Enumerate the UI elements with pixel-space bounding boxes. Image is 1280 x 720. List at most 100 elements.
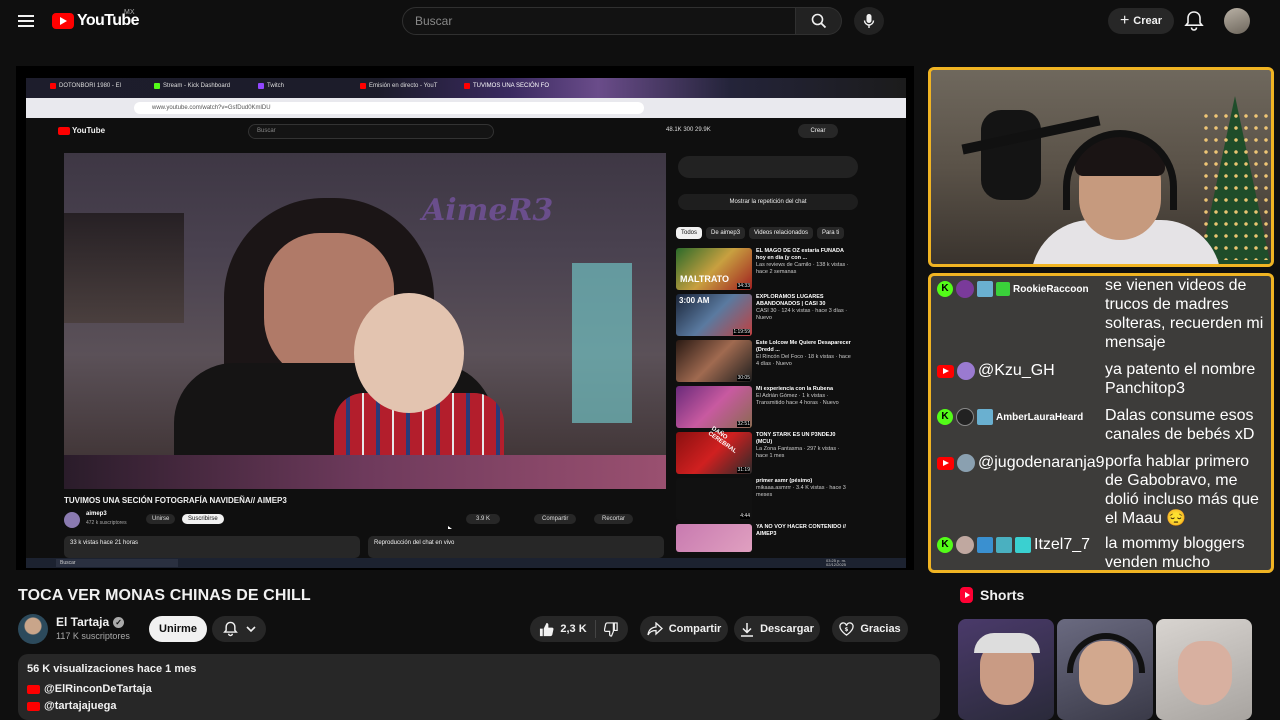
heart-dollar-icon: $ xyxy=(839,622,854,636)
search-button[interactable] xyxy=(796,7,842,35)
like-dislike-group: 2,3 K xyxy=(530,616,628,642)
stream-screen-capture: DOTONBORI 1980 - El Stream - Kick Dashbo… xyxy=(26,78,906,568)
kick-icon: K xyxy=(937,409,953,425)
download-label: Descargar xyxy=(760,623,814,635)
shorts-title: Shorts xyxy=(980,587,1025,603)
verified-icon: ✓ xyxy=(113,616,125,628)
user-badge xyxy=(977,409,993,425)
browser-tab: DOTONBORI 1980 - El xyxy=(50,83,121,89)
chat-text: ya patento el nombre Panchitop3 xyxy=(1105,361,1256,397)
region-code: MX xyxy=(124,9,135,16)
chat-message: @jugodenaranja9 porfa hablar primero de … xyxy=(937,452,1271,528)
browser-tab: Twitch xyxy=(258,83,284,89)
share-icon xyxy=(647,622,663,636)
browser-tab-active: TUVIMOS UNA SECIÓN FO xyxy=(464,83,549,89)
user-avatar xyxy=(957,454,975,472)
browser-tab: Emisión en directo - YouT xyxy=(360,83,437,89)
embedded-stats: 48.1K 300 29.9K xyxy=(666,127,711,133)
embedded-video-title: TUVIMOS UNA SECIÓN FOTOGRAFÍA NAVIDEÑA//… xyxy=(64,496,287,505)
join-button[interactable]: Unirme xyxy=(149,616,207,642)
youtube-icon xyxy=(937,456,954,470)
account-avatar[interactable] xyxy=(1224,8,1250,34)
embedded-channel-row: aimep3 472 k suscriptores Unirse Suscrib… xyxy=(64,510,694,530)
share-button[interactable]: Compartir xyxy=(640,616,728,642)
embedded-filter-chips: Todos De aimep3 Videos relacionados Para… xyxy=(676,227,845,239)
short-thumbnail[interactable] xyxy=(958,619,1054,720)
search-icon xyxy=(811,13,826,29)
chat-message: K Itzel7_7 la mommy bloggers venden much… xyxy=(937,534,1271,571)
chat-username: @jugodenaranja9 xyxy=(978,454,1105,471)
kick-icon: K xyxy=(937,537,953,553)
related-video: 32:51 Mi experiencia con la Rubena El Adr… xyxy=(676,386,856,430)
plus-icon: + xyxy=(1119,12,1130,29)
share-label: Compartir xyxy=(668,623,722,635)
chat-text: Dalas consume esos canales de bebés xD xyxy=(1105,407,1255,443)
bell-icon xyxy=(222,621,238,637)
thanks-button[interactable]: $ Gracias xyxy=(832,616,908,642)
chevron-down-icon xyxy=(245,626,256,633)
user-badge xyxy=(996,537,1012,553)
user-badge xyxy=(996,282,1010,296)
short-thumbnail[interactable] xyxy=(1057,619,1153,720)
mouse-cursor-icon xyxy=(448,526,452,529)
user-badge xyxy=(956,280,974,298)
description-link[interactable]: @ElRinconDeTartaja xyxy=(27,683,152,695)
embedded-description-row: 33 k vistas hace 21 horas Reproducción d… xyxy=(64,536,694,558)
video-player[interactable]: DOTONBORI 1980 - El Stream - Kick Dashbo… xyxy=(16,66,914,570)
like-button[interactable]: 2,3 K xyxy=(539,620,596,638)
address-field: www.youtube.com/watch?v=GsfDud0KmlDU xyxy=(134,102,644,114)
user-avatar xyxy=(956,408,974,426)
youtube-play-icon xyxy=(52,13,74,29)
related-video: DAÑO CEREBRAL 31:19 TONY STARK ES UN P3ND… xyxy=(676,426,856,476)
menu-icon[interactable] xyxy=(14,8,40,34)
channel-name-row[interactable]: El Tartaja ✓ xyxy=(56,615,125,629)
search-input[interactable] xyxy=(402,7,796,35)
chat-username: AmberLauraHeard xyxy=(996,411,1084,423)
embedded-logo: YouTube xyxy=(58,126,105,135)
voice-search-button[interactable] xyxy=(854,7,884,35)
thanks-label: Gracias xyxy=(860,623,901,635)
embedded-masthead: YouTube Buscar 48.1K 300 29.9K Crear xyxy=(26,118,906,144)
create-button[interactable]: + Crear xyxy=(1108,8,1174,34)
browser-tab-strip: DOTONBORI 1980 - El Stream - Kick Dashbo… xyxy=(26,78,906,98)
subscription-notifications-button[interactable] xyxy=(212,616,266,642)
short-thumbnail[interactable] xyxy=(1156,619,1252,720)
kick-icon: K xyxy=(937,281,953,297)
create-label: Crear xyxy=(1133,15,1163,27)
svg-text:$: $ xyxy=(845,627,849,633)
description-box[interactable]: 56 K visualizaciones hace 1 mes @ElRinco… xyxy=(18,654,940,720)
bell-icon xyxy=(1184,11,1204,31)
chat-text: la mommy bloggers venden mucho también xyxy=(1105,535,1245,571)
user-badge xyxy=(977,281,993,297)
windows-taskbar: Buscar 03:25 p. m. 02/12/2025 xyxy=(26,558,906,568)
description-link[interactable]: @tartajajuega xyxy=(27,700,116,712)
video-watermark: AimeR3 xyxy=(422,193,554,228)
youtube-icon xyxy=(27,701,40,711)
embedded-sidebar: Mostrar la repetición del chat Todos De … xyxy=(676,154,858,554)
download-button[interactable]: Descargar xyxy=(734,616,820,642)
user-avatar xyxy=(957,362,975,380)
thumbs-up-icon xyxy=(540,622,554,636)
chat-message: @Kzu_GH ya patento el nombre Panchitop3 xyxy=(937,360,1271,398)
dislike-button[interactable] xyxy=(602,621,619,637)
microphone-icon xyxy=(863,14,875,28)
subscriber-count: 117 K suscriptores xyxy=(56,631,130,641)
youtube-icon xyxy=(937,364,954,378)
chat-username: RookieRaccoon xyxy=(1013,283,1089,295)
channel-avatar[interactable] xyxy=(18,614,48,644)
view-count-date: 56 K visualizaciones hace 1 mes xyxy=(27,663,197,675)
notifications-button[interactable] xyxy=(1184,10,1204,32)
chat-username: Itzel7_7 xyxy=(1034,536,1091,553)
youtube-icon xyxy=(27,684,40,694)
related-video: 30:05 Este Lolcow Me Quiere Desaparecer … xyxy=(676,340,856,384)
embedded-search: Buscar xyxy=(248,124,494,139)
shorts-icon xyxy=(960,587,973,603)
user-badge xyxy=(977,537,993,553)
chat-overlay: K RookieRaccoon se vienen videos de truc… xyxy=(928,273,1274,573)
chat-replay-button: Mostrar la repetición del chat xyxy=(678,194,858,210)
channel-name[interactable]: El Tartaja xyxy=(56,615,109,629)
download-icon xyxy=(741,622,754,637)
browser-tab: Stream - Kick Dashboard xyxy=(154,83,230,89)
chat-username: @Kzu_GH xyxy=(978,362,1055,379)
masthead: YouTube MX + Crear xyxy=(0,0,1280,42)
